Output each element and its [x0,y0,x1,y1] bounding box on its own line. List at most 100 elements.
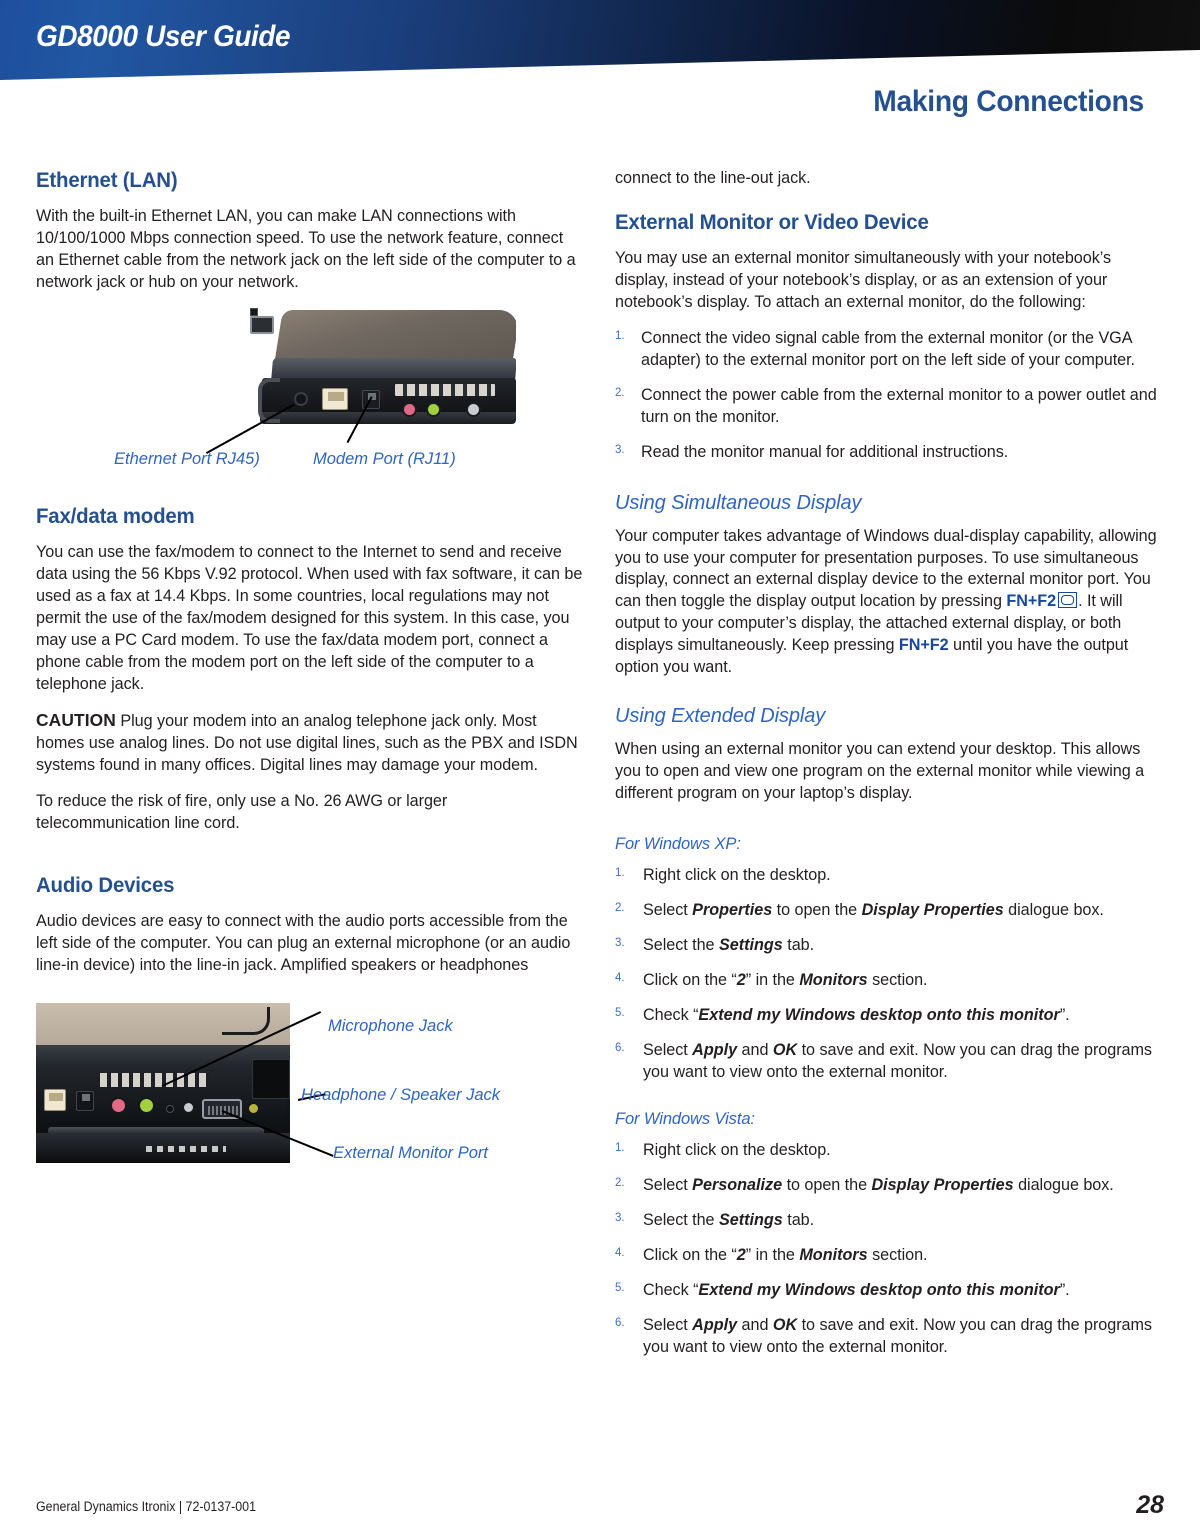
step-text-mid: and [737,1040,773,1059]
step-text: Connect the video signal cable from the … [641,328,1135,369]
list-item: 6. Select Apply and OK to save and exit. … [615,1315,1168,1359]
label-for-windows-xp: For Windows XP: [615,835,741,854]
photo-left-side-ports [250,307,516,436]
list-item: 3. Read the monitor manual for additiona… [615,442,1168,464]
caution-text: Plug your modem into an analog telephone… [36,712,578,775]
step-text-pre: Check “ [643,1280,699,1299]
step-text-post: section. [867,970,928,989]
step-text-pre: Click on the “ [643,970,737,989]
step-text-mid: ”. [1059,1005,1070,1024]
step-text-mid: ” in the [745,970,800,989]
step-text-pre: Select the [643,936,719,955]
step-text-pre: Check “ [643,1005,699,1024]
list-item: 1. Right click on the desktop. [615,865,1168,887]
step-number: 2. [615,386,625,399]
caution-label: CAUTION [36,710,116,731]
vent-grille [100,1073,210,1088]
list-item: 4. Click on the “2” in the Monitors secti… [615,970,1168,992]
heading-ethernet-lan: Ethernet (LAN) [36,168,178,192]
step-text-pre: Select the [643,1210,719,1229]
heading-audio-devices: Audio Devices [36,873,175,898]
product-title: GD8000 User Guide [36,20,291,53]
paragraph-caution: CAUTION Plug your modem into an analog t… [36,709,584,777]
step-number: 1. [615,867,625,880]
list-item: 5. Check “Extend my Windows desktop onto … [615,1280,1168,1302]
step-number: 3. [615,443,625,456]
heading-simultaneous-display: Using Simultaneous Display [615,491,862,514]
microphone-jack [402,401,417,417]
step-text-mid: tab. [782,936,815,955]
step-bold-2: Display Properties [861,901,1004,920]
step-text-pre: Click on the “ [643,1245,737,1264]
step-bold-2: Monitors [799,970,868,989]
step-text-pre: Select [643,1175,693,1194]
figure-label-external-monitor-port: External Monitor Port [333,1144,488,1163]
step-bold-1: Extend my Windows desktop onto this moni… [698,1280,1060,1299]
paragraph-external-monitor: You may use an external monitor simultan… [615,248,1112,311]
vga-port [250,315,274,334]
laptop-bottom [36,1133,290,1164]
step-number: 2. [615,1176,625,1189]
step-number: 2. [615,902,625,915]
step-bold-1: Properties [692,901,773,920]
list-item: 1. Connect the video signal cable from t… [615,328,1168,372]
step-number: 3. [615,1211,625,1224]
step-number: 4. [615,971,625,984]
step-number: 5. [615,1006,625,1019]
step-number: 3. [615,937,625,950]
step-text-mid: and [737,1315,773,1334]
figure-label-headphone-speaker-jack: Headphone / Speaker Jack [301,1086,501,1105]
step-text-pre: Select [643,901,693,920]
step-text-mid: to open the [772,901,862,920]
label-for-windows-vista: For Windows Vista: [615,1109,755,1128]
step-bold-1: Apply [692,1040,738,1059]
steps-windows-xp: 1. Right click on the desktop. 2. Select P… [615,865,1168,1084]
step-bold-1: Extend my Windows desktop onto this moni… [698,1005,1060,1024]
step-text-post: dialogue box. [1003,901,1104,920]
paragraph-continuation: connect to the line-out jack. [615,169,811,187]
step-number: 6. [615,1041,625,1054]
vent-grille [395,383,495,396]
paragraph-simultaneous-display: Your computer takes advantage of Windows… [615,526,1168,680]
document-page: GD8000 User Guide Making Connections Eth… [0,0,1200,1540]
monitor-icon [1058,592,1078,609]
step-number: 1. [615,1141,625,1154]
step-text: Read the monitor manual for additional i… [641,442,1009,461]
ethernet-rj45-port [322,387,348,410]
footer-company-line: General Dynamics Itronix | 72-0137-001 [36,1499,256,1514]
step-text-pre: Right click on the desktop. [643,1140,831,1159]
list-item: 3. Select the Settings tab. [615,1210,1168,1232]
step-bold-2: Display Properties [871,1175,1014,1194]
step-text: Connect the power cable from the externa… [641,385,1157,426]
list-item: 6. Select Apply and OK to save and exit. … [615,1040,1168,1084]
paragraph-ethernet-lan: With the built-in Ethernet LAN, you can … [36,207,576,291]
dc-power-port [294,391,308,406]
right-column: connect to the line-out jack. External M… [615,168,1168,1358]
list-item: 4. Click on the “2” in the Monitors secti… [615,1245,1168,1267]
cable [222,1007,270,1036]
step-number: 4. [615,1246,625,1259]
steps-attach-monitor: 1. Connect the video signal cable from t… [615,328,1168,464]
heading-fax-data-modem: Fax/data modem [36,503,195,528]
step-text-pre: Select [643,1040,693,1059]
step-text-mid: ” in the [745,1245,800,1264]
step-number: 6. [615,1316,625,1329]
paragraph-extended-display: When using an external monitor you can e… [615,740,1145,803]
step-text-pre: Select [643,1315,693,1334]
expansion-bay [252,1059,290,1100]
ethernet-rj45-port [44,1089,66,1112]
step-text-pre: Right click on the desktop. [643,866,831,885]
laptop-handle [258,377,280,423]
list-item: 1. Right click on the desktop. [615,1140,1168,1162]
headphone-jack [426,401,441,417]
step-bold-1: Settings [718,1210,783,1229]
figure-label-modem-port: Modem Port (RJ11) [313,449,456,468]
figure-label-ethernet-port: Ethernet Port RJ45) [114,449,260,468]
list-item: 2. Select Properties to open the Display … [615,900,1168,922]
figure-ethernet-modem-ports: Ethernet Port RJ45) Modem Port (RJ11) [36,307,584,494]
step-text-post: dialogue box. [1013,1175,1114,1194]
step-bold-1: Settings [718,936,783,955]
step-bold-1: Personalize [692,1175,783,1194]
figure-label-microphone-jack: Microphone Jack [328,1017,453,1036]
fn-f2-key-2: FN+F2 [898,636,949,655]
